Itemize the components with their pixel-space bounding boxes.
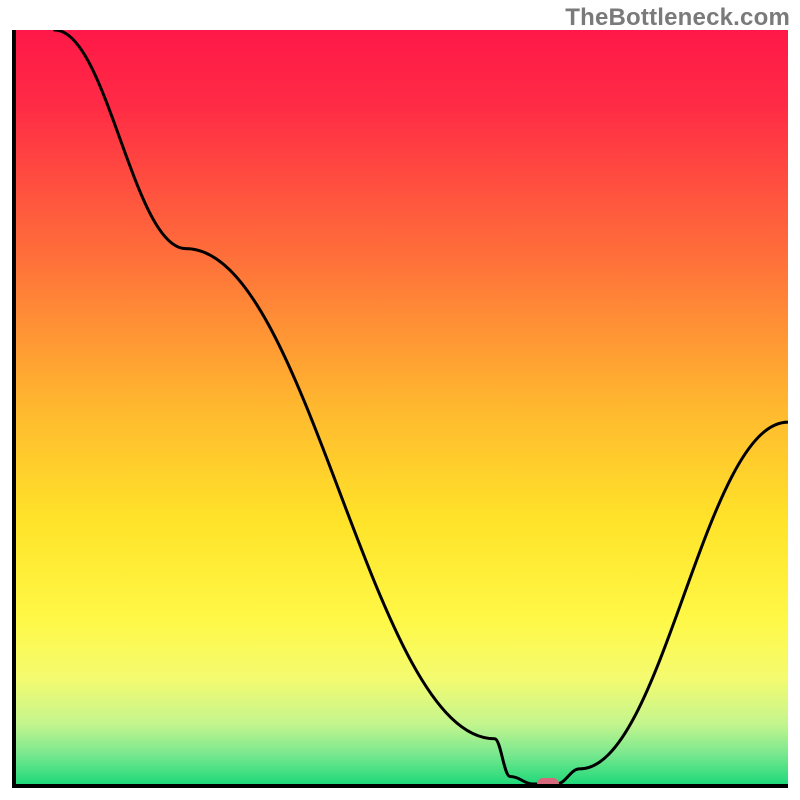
watermark-text: TheBottleneck.com: [565, 4, 790, 32]
plot-svg: [16, 30, 788, 784]
plot-area: [12, 30, 788, 788]
optimal-point-marker: [537, 778, 559, 788]
gradient-background: [16, 30, 788, 784]
chart-container: TheBottleneck.com: [0, 0, 800, 800]
